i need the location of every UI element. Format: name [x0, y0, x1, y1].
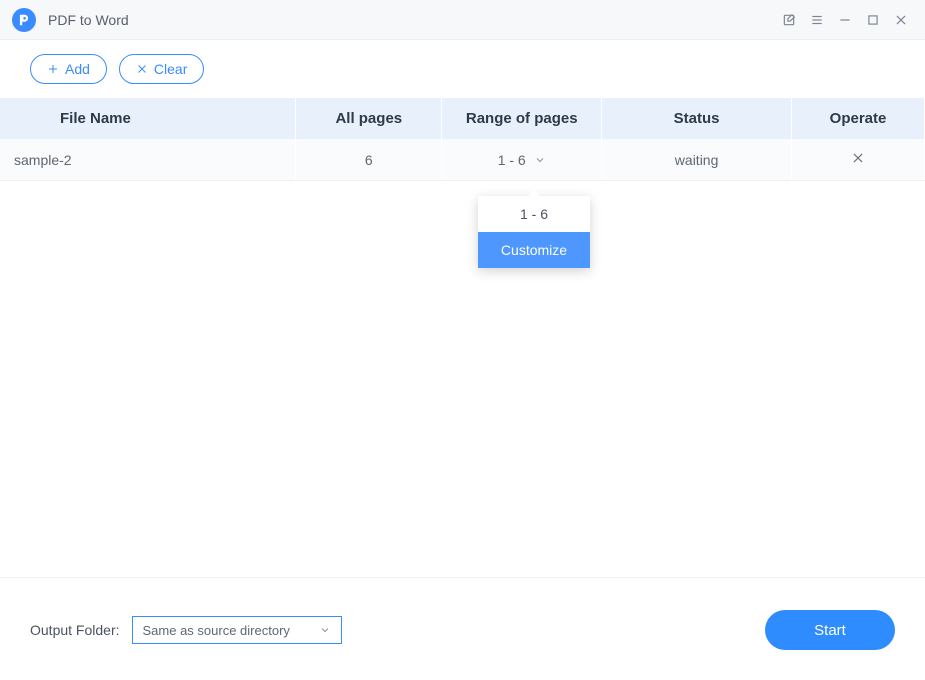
add-button[interactable]: Add — [30, 54, 107, 84]
plus-icon — [47, 63, 59, 75]
cell-status: waiting — [602, 139, 792, 181]
minimize-icon[interactable] — [833, 8, 857, 32]
x-icon — [136, 63, 148, 75]
start-button[interactable]: Start — [765, 610, 895, 650]
cell-all-pages: 6 — [296, 139, 442, 181]
close-icon — [851, 151, 865, 165]
cell-filename: sample-2 — [0, 139, 296, 181]
titlebar: PDF to Word — [0, 0, 925, 40]
chevron-down-icon — [319, 624, 331, 636]
range-value: 1 - 6 — [498, 152, 526, 168]
maximize-icon[interactable] — [861, 8, 885, 32]
range-selector[interactable]: 1 - 6 — [498, 152, 546, 168]
menu-icon[interactable] — [805, 8, 829, 32]
add-button-label: Add — [65, 61, 90, 77]
cell-range: 1 - 6 — [442, 139, 602, 181]
clear-button[interactable]: Clear — [119, 54, 204, 84]
clear-button-label: Clear — [154, 61, 187, 77]
header-operate: Operate — [792, 98, 925, 139]
header-status: Status — [602, 98, 792, 139]
edit-icon[interactable] — [777, 8, 801, 32]
table-header-row: File Name All pages Range of pages Statu… — [0, 98, 925, 139]
dropdown-option-customize[interactable]: Customize — [478, 232, 590, 268]
footer-divider — [0, 577, 925, 578]
toolbar: Add Clear — [0, 40, 925, 98]
close-icon[interactable] — [889, 8, 913, 32]
range-dropdown: 1 - 6 Customize — [478, 196, 590, 268]
output-folder-value: Same as source directory — [143, 623, 319, 638]
header-filename: File Name — [0, 98, 296, 139]
delete-row-button[interactable] — [851, 151, 865, 165]
output-folder-label: Output Folder: — [30, 622, 120, 638]
table-row: sample-2 6 1 - 6 waiting — [0, 139, 925, 181]
files-table: File Name All pages Range of pages Statu… — [0, 98, 925, 181]
chevron-down-icon — [534, 154, 546, 166]
header-range: Range of pages — [442, 98, 602, 139]
cell-operate — [792, 139, 925, 181]
app-logo-icon — [12, 8, 36, 32]
header-all-pages: All pages — [296, 98, 442, 139]
dropdown-option-range[interactable]: 1 - 6 — [478, 196, 590, 232]
footer: Output Folder: Same as source directory … — [0, 580, 925, 680]
app-title: PDF to Word — [48, 12, 129, 28]
output-folder-select[interactable]: Same as source directory — [132, 616, 342, 644]
